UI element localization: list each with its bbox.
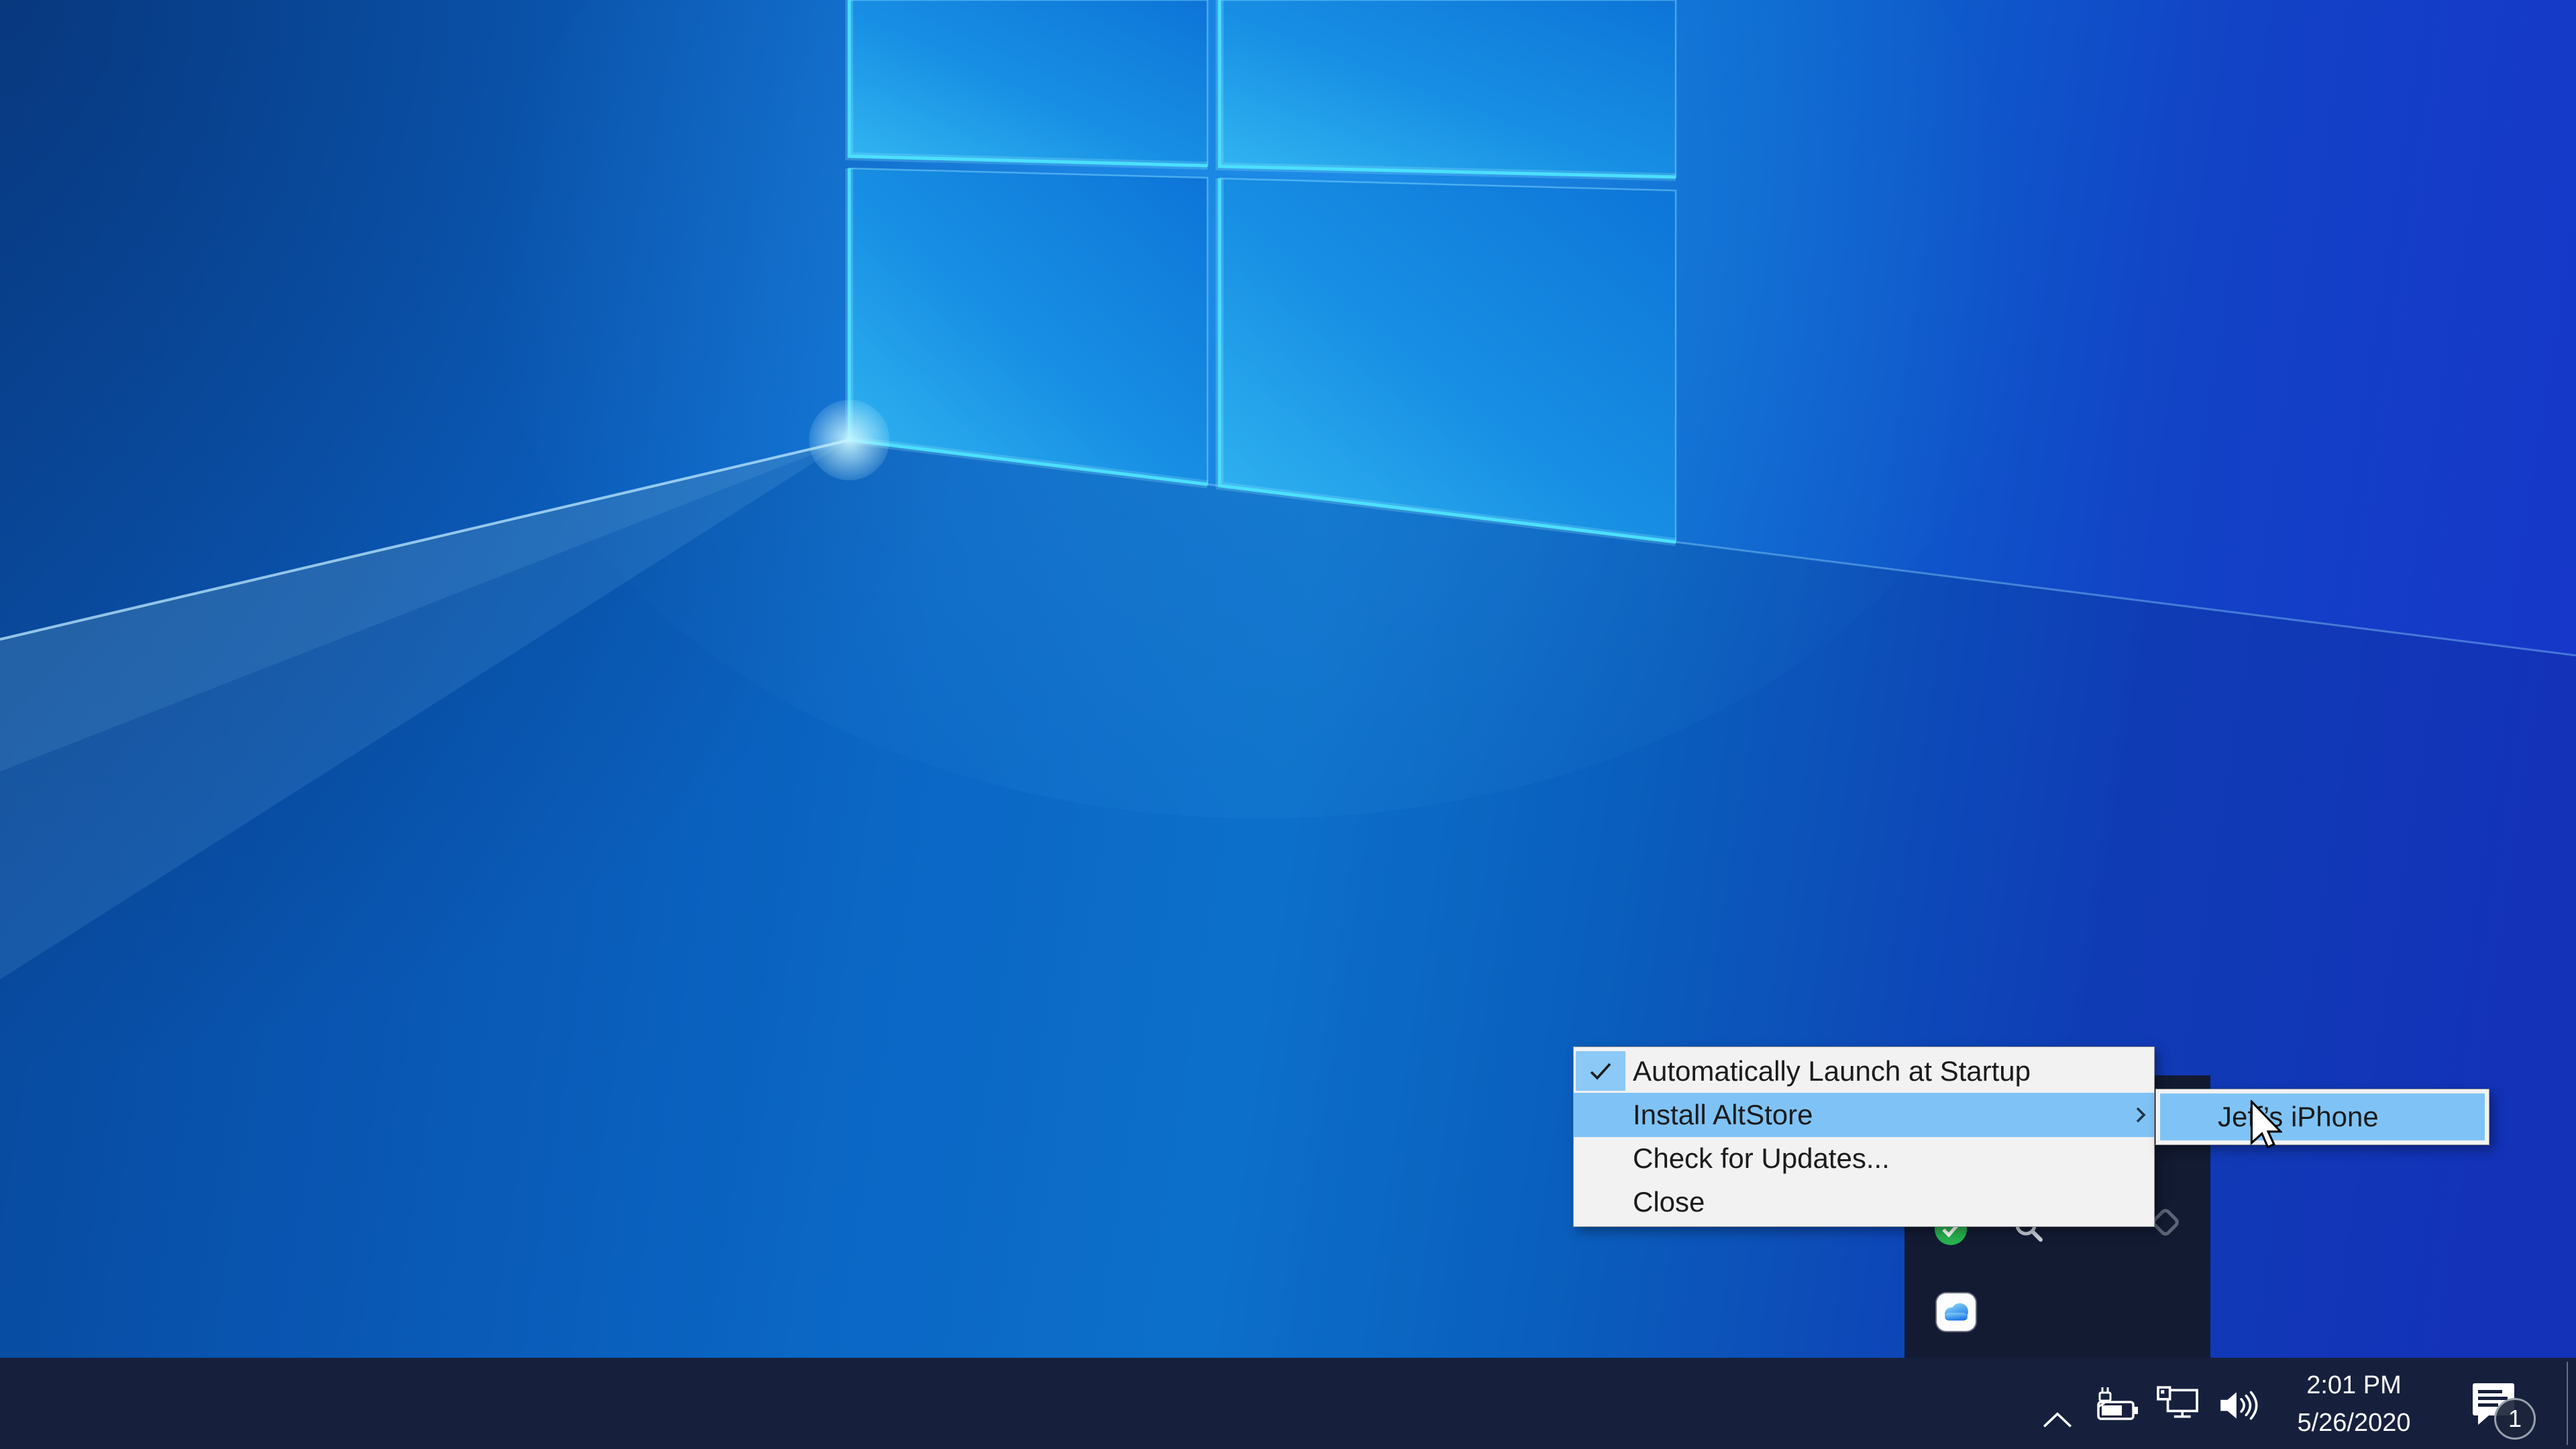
install-altstore-submenu: Jeff’s iPhone bbox=[2155, 1089, 2489, 1145]
menu-gutter bbox=[1576, 1183, 1625, 1222]
menu-item-install-altstore[interactable]: Install AltStore bbox=[1574, 1093, 2154, 1136]
icloud-cloud-icon bbox=[1939, 1298, 1973, 1326]
taskbar: 2:01 PM 5/26/2020 1 bbox=[0, 1358, 2576, 1449]
submenu-item-label: Jeff’s iPhone bbox=[2218, 1101, 2379, 1133]
notification-badge: 1 bbox=[2494, 1398, 2536, 1440]
checked-gutter bbox=[1576, 1051, 1625, 1091]
menu-gutter bbox=[1576, 1095, 1625, 1134]
menu-item-label: Check for Updates... bbox=[1633, 1142, 1890, 1175]
show-hidden-icons-button[interactable] bbox=[2041, 1411, 2074, 1432]
taskbar-clock[interactable]: 2:01 PM 5/26/2020 bbox=[2277, 1366, 2431, 1442]
network-tray-button[interactable] bbox=[2155, 1385, 2200, 1426]
submenu-item-jeffs-iphone[interactable]: Jeff’s iPhone bbox=[2160, 1093, 2485, 1140]
mouse-cursor bbox=[2250, 1100, 2282, 1148]
volume-tray-button[interactable] bbox=[2218, 1387, 2263, 1426]
chevron-up-icon bbox=[2041, 1411, 2074, 1430]
show-desktop-button[interactable] bbox=[2567, 1362, 2568, 1445]
menu-item-close[interactable]: Close bbox=[1574, 1181, 2154, 1224]
tray-flyout-icon-icloud[interactable] bbox=[1937, 1293, 1976, 1331]
menu-item-check-for-updates[interactable]: Check for Updates... bbox=[1574, 1137, 2154, 1181]
battery-tray-button[interactable] bbox=[2093, 1386, 2143, 1424]
windows-desktop: 2:01 PM 5/26/2020 1 bbox=[0, 0, 2576, 1449]
menu-item-label: Automatically Launch at Startup bbox=[1633, 1055, 2031, 1087]
checkmark-icon bbox=[1589, 1061, 1613, 1081]
clock-date: 5/26/2020 bbox=[2277, 1404, 2431, 1442]
submenu-arrow-icon bbox=[2133, 1099, 2149, 1131]
menu-item-label: Close bbox=[1633, 1186, 1705, 1218]
clock-time: 2:01 PM bbox=[2277, 1366, 2431, 1404]
action-center-button[interactable]: 1 bbox=[2467, 1358, 2555, 1449]
menu-gutter bbox=[1576, 1139, 1625, 1179]
speaker-volume-icon bbox=[2218, 1387, 2263, 1424]
altserver-context-menu: Automatically Launch at Startup Install … bbox=[1573, 1046, 2155, 1227]
battery-plugged-icon bbox=[2093, 1386, 2143, 1422]
menu-item-automatically-launch-at-startup[interactable]: Automatically Launch at Startup bbox=[1574, 1049, 2154, 1093]
wired-network-icon bbox=[2155, 1385, 2200, 1424]
menu-item-label: Install AltStore bbox=[1633, 1099, 1813, 1131]
